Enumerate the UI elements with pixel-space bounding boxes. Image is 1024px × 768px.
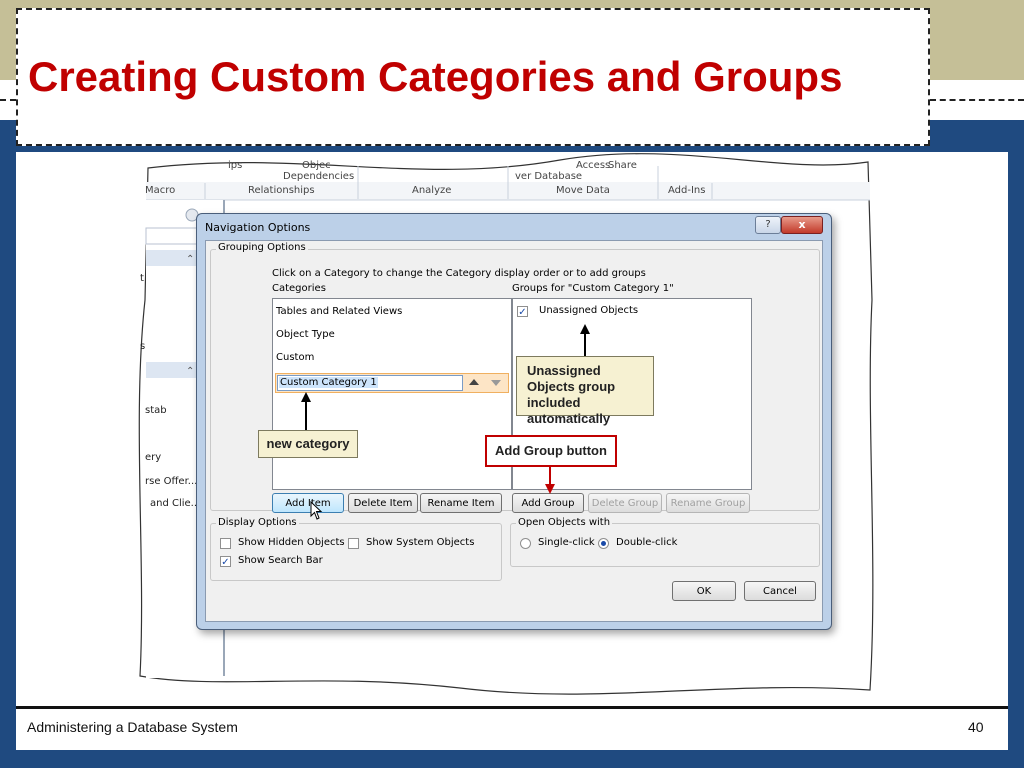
mouse-pointer-icon bbox=[310, 501, 323, 520]
ribbon-fragment: ips bbox=[228, 160, 243, 171]
ribbon-fragment: Share bbox=[608, 160, 637, 171]
ribbon-group-relationships: Relationships bbox=[248, 185, 315, 196]
callout-arrow bbox=[305, 402, 307, 430]
ribbon-fragment: Objec bbox=[302, 160, 331, 171]
add-group-button[interactable]: Add Group bbox=[512, 493, 584, 513]
help-button[interactable]: ? bbox=[755, 216, 781, 234]
slide-title: Creating Custom Categories and Groups bbox=[28, 53, 843, 100]
rename-item-button[interactable]: Rename Item bbox=[420, 493, 502, 513]
show-hidden-objects-checkbox[interactable] bbox=[220, 538, 231, 549]
footer-course-name: Administering a Database System bbox=[27, 719, 238, 735]
ok-button[interactable]: OK bbox=[672, 581, 736, 601]
show-system-objects-label: Show System Objects bbox=[366, 537, 475, 548]
show-search-bar-checkbox[interactable]: ✓ bbox=[220, 556, 231, 568]
unassigned-objects-callout: Unassigned Objects group included automa… bbox=[516, 356, 654, 426]
open-objects-label: Open Objects with bbox=[516, 517, 613, 528]
groups-label: Groups for "Custom Category 1" bbox=[512, 283, 674, 294]
list-item[interactable]: Tables and Related Views bbox=[276, 306, 402, 317]
show-hidden-objects-label: Show Hidden Objects bbox=[238, 537, 345, 548]
chevron-up-icon: ⌃ bbox=[186, 254, 194, 265]
title-dashed-line bbox=[0, 99, 16, 101]
ribbon-group-add-ins: Add-Ins bbox=[668, 185, 706, 196]
add-group-button-callout: Add Group button bbox=[485, 435, 617, 467]
single-click-label: Single-click bbox=[538, 537, 595, 548]
arrow-up-icon bbox=[580, 324, 590, 334]
show-search-bar-label: Show Search Bar bbox=[238, 555, 323, 566]
ribbon-group-analyze: Analyze bbox=[412, 185, 452, 196]
callout-arrow bbox=[549, 467, 551, 485]
double-click-label: Double-click bbox=[616, 537, 678, 548]
nav-pane-item[interactable]: ery bbox=[145, 452, 161, 463]
category-edit-field[interactable]: Custom Category 1 bbox=[277, 375, 463, 391]
new-category-callout: new category bbox=[258, 430, 358, 458]
show-system-objects-checkbox[interactable] bbox=[348, 538, 359, 549]
category-edit-text: Custom Category 1 bbox=[279, 377, 378, 388]
instruction-text: Click on a Category to change the Catego… bbox=[272, 268, 646, 279]
arrow-up-icon bbox=[301, 392, 311, 402]
list-item[interactable]: Object Type bbox=[276, 329, 335, 340]
display-options-box bbox=[210, 523, 502, 581]
list-item[interactable]: Custom bbox=[276, 352, 314, 363]
arrow-down-icon bbox=[545, 484, 555, 494]
nav-pane-item[interactable]: and Clie... bbox=[150, 498, 200, 509]
close-button[interactable]: x bbox=[781, 216, 823, 234]
nav-pane-item[interactable]: s bbox=[140, 341, 145, 352]
delete-item-button[interactable]: Delete Item bbox=[348, 493, 418, 513]
move-down-icon[interactable] bbox=[491, 380, 501, 386]
nav-pane-item[interactable]: rse Offer... bbox=[145, 476, 197, 487]
search-box bbox=[145, 227, 201, 245]
list-item[interactable]: Unassigned Objects bbox=[539, 305, 638, 316]
display-options-label: Display Options bbox=[216, 517, 299, 528]
categories-label: Categories bbox=[272, 283, 326, 294]
dialog-title: Navigation Options bbox=[205, 221, 311, 234]
move-up-icon[interactable] bbox=[469, 379, 479, 385]
navigation-options-dialog: Navigation Options ? x Grouping Options … bbox=[196, 213, 832, 630]
delete-group-button[interactable]: Delete Group bbox=[588, 493, 662, 513]
nav-pane-item[interactable]: stab bbox=[145, 405, 167, 416]
ribbon-fragment: Access bbox=[576, 160, 611, 171]
ribbon-group-move-data: Move Data bbox=[556, 185, 610, 196]
chevron-up-icon: ⌃ bbox=[186, 366, 194, 377]
cancel-button[interactable]: Cancel bbox=[744, 581, 816, 601]
unassigned-objects-checkbox[interactable]: ✓ bbox=[517, 306, 528, 318]
nav-pane-item[interactable]: t bbox=[140, 273, 144, 284]
ribbon-group-macro: Macro bbox=[145, 185, 176, 196]
title-dashed-line bbox=[930, 99, 1024, 101]
rename-group-button[interactable]: Rename Group bbox=[666, 493, 750, 513]
double-click-radio[interactable] bbox=[598, 538, 609, 549]
single-click-radio[interactable] bbox=[520, 538, 531, 549]
ribbon-fragment: Dependencies bbox=[283, 171, 355, 182]
ribbon-fragment: ver Database bbox=[515, 171, 583, 182]
add-item-button[interactable]: Add Item bbox=[272, 493, 344, 513]
callout-arrow bbox=[584, 332, 586, 356]
grouping-options-label: Grouping Options bbox=[216, 242, 308, 253]
page-number: 40 bbox=[968, 719, 984, 735]
